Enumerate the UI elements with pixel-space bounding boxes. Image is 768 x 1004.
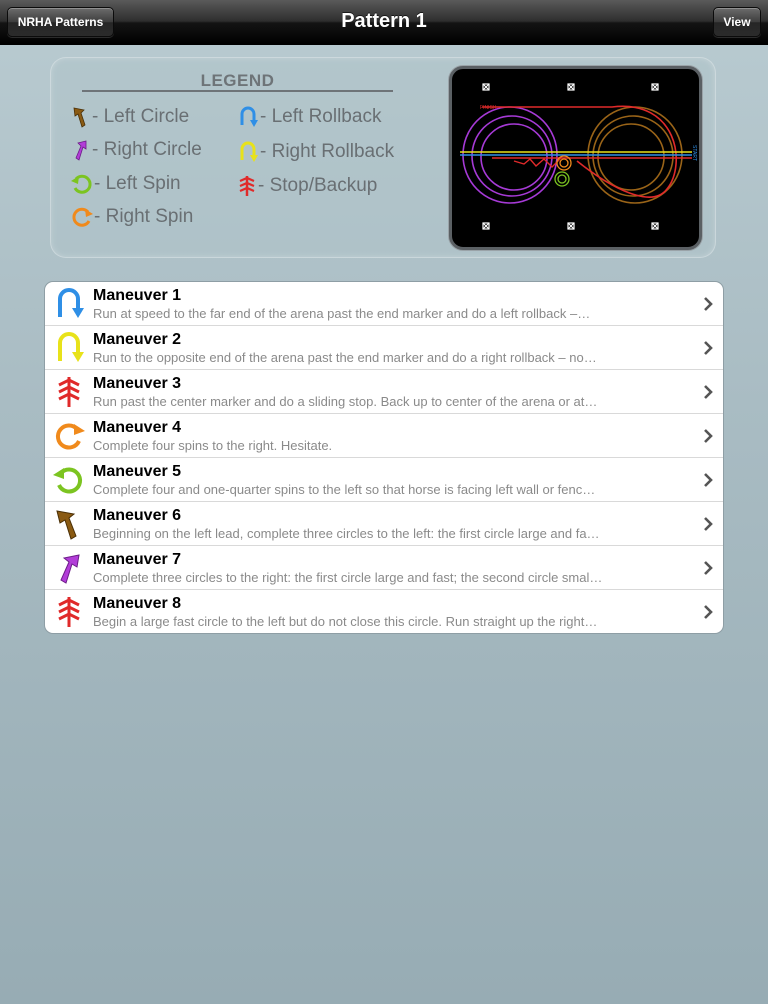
stop-backup-icon bbox=[58, 597, 80, 627]
maneuver-title: Maneuver 3 bbox=[93, 375, 182, 392]
right-rollback-icon bbox=[58, 332, 84, 362]
pattern-drawing: FINISH START bbox=[460, 83, 697, 230]
legend-item-right-rollback: - Right Rollback bbox=[236, 139, 394, 165]
right-circle-icon bbox=[75, 140, 87, 161]
arena-markers bbox=[482, 83, 659, 230]
left-spin-icon bbox=[53, 467, 83, 494]
maneuver-title: Maneuver 2 bbox=[93, 331, 182, 348]
left-spin-icon bbox=[71, 174, 92, 194]
list-item-maneuver-7[interactable]: Maneuver 7 Complete three circles to the… bbox=[45, 546, 723, 590]
legend-label: - Left Spin bbox=[94, 173, 181, 194]
maneuver-description: Run to the opposite end of the arena pas… bbox=[93, 350, 597, 365]
chevron-right-icon bbox=[704, 297, 713, 311]
finish-label: FINISH bbox=[480, 105, 497, 111]
list-item-maneuver-4[interactable]: Maneuver 4 Complete four spins to the ri… bbox=[45, 414, 723, 458]
stop-backup-icon bbox=[58, 377, 80, 407]
left-circle-icon bbox=[73, 107, 86, 128]
legend-label: - Right Spin bbox=[94, 206, 194, 227]
list-item-maneuver-2[interactable]: Maneuver 2 Run to the opposite end of th… bbox=[45, 326, 723, 370]
left-rollback-icon bbox=[58, 288, 84, 318]
legend-item-left-spin: - Left Spin bbox=[70, 171, 181, 197]
maneuver-description: Complete four and one-quarter spins to t… bbox=[93, 482, 596, 497]
legend-label: - Stop/Backup bbox=[258, 175, 378, 196]
chevron-right-icon bbox=[704, 473, 713, 487]
legend-item-left-rollback: - Left Rollback bbox=[236, 104, 381, 130]
chevron-right-icon bbox=[704, 605, 713, 619]
maneuver-description: Run at speed to the far end of the arena… bbox=[93, 306, 591, 321]
right-circle-icon bbox=[60, 554, 80, 584]
chevron-right-icon bbox=[704, 385, 713, 399]
maneuver-title: Maneuver 8 bbox=[93, 595, 182, 612]
chevron-right-icon bbox=[704, 341, 713, 355]
maneuver-list: Maneuver 1 Run at speed to the far end o… bbox=[44, 281, 724, 634]
maneuver-description: Complete four spins to the right. Hesita… bbox=[93, 438, 333, 453]
chevron-right-icon bbox=[704, 429, 713, 443]
left-circle-icon bbox=[56, 510, 77, 540]
right-spin-icon bbox=[55, 423, 85, 450]
maneuver-title: Maneuver 1 bbox=[93, 287, 182, 304]
maneuver-description: Begin a large fast circle to the left bu… bbox=[93, 614, 598, 629]
legend-label: - Right Circle bbox=[92, 139, 202, 160]
page-title: Pattern 1 bbox=[341, 10, 427, 32]
maneuver-description: Run past the center marker and do a slid… bbox=[93, 394, 598, 409]
list-item-maneuver-1[interactable]: Maneuver 1 Run at speed to the far end o… bbox=[45, 282, 723, 326]
maneuver-title: Maneuver 4 bbox=[93, 419, 182, 436]
list-item-maneuver-6[interactable]: Maneuver 6 Beginning on the left lead, c… bbox=[45, 502, 723, 546]
right-spin-icon bbox=[72, 207, 93, 227]
list-item-maneuver-8[interactable]: Maneuver 8 Begin a large fast circle to … bbox=[45, 590, 723, 633]
pattern-diagram[interactable]: FINISH START bbox=[449, 66, 702, 250]
chevron-right-icon bbox=[704, 561, 713, 575]
back-button[interactable]: NRHA Patterns bbox=[7, 7, 114, 37]
left-rollback-icon bbox=[240, 106, 258, 127]
maneuver-title: Maneuver 6 bbox=[93, 507, 182, 524]
legend-title: LEGEND bbox=[200, 71, 275, 90]
maneuver-description: Complete three circles to the right: the… bbox=[93, 570, 603, 585]
list-item-maneuver-5[interactable]: Maneuver 5 Complete four and one-quarter… bbox=[45, 458, 723, 502]
list-item-maneuver-3[interactable]: Maneuver 3 Run past the center marker an… bbox=[45, 370, 723, 414]
legend-item-right-circle: - Right Circle bbox=[70, 137, 202, 163]
stop-backup-icon bbox=[239, 176, 255, 196]
chevron-right-icon bbox=[704, 517, 713, 531]
maneuver-title: Maneuver 7 bbox=[93, 551, 182, 568]
legend-label: - Right Rollback bbox=[260, 141, 395, 162]
legend-label: - Left Circle bbox=[92, 106, 190, 127]
legend-label: - Left Rollback bbox=[260, 106, 382, 127]
legend-item-left-circle: - Left Circle bbox=[70, 104, 189, 130]
maneuver-description: Beginning on the left lead, complete thr… bbox=[93, 526, 600, 541]
view-button[interactable]: View bbox=[713, 7, 761, 37]
legend-item-right-spin: - Right Spin bbox=[70, 204, 193, 230]
legend-item-stop-backup: - Stop/Backup bbox=[236, 173, 377, 199]
right-rollback-icon bbox=[240, 141, 258, 162]
maneuver-title: Maneuver 5 bbox=[93, 463, 182, 480]
navigation-bar: Pattern 1 NRHA Patterns View bbox=[0, 0, 768, 45]
legend-divider bbox=[82, 90, 393, 92]
start-label: START bbox=[691, 145, 697, 161]
